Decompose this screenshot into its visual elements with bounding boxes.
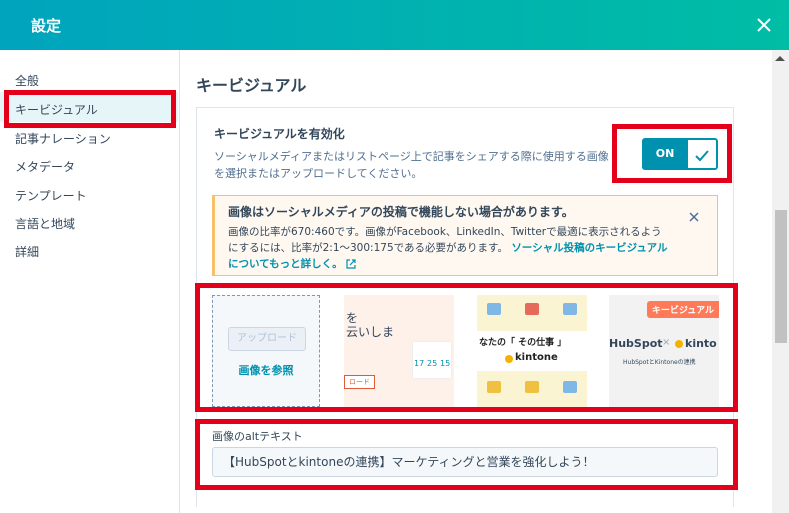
thumb1-cta: ロード (344, 375, 375, 389)
thumbnail-image-2[interactable]: なたの「 その仕事 」 kintone (477, 295, 587, 407)
thumb3-logo-left: HubSpot (609, 337, 663, 350)
sidebar-item-key-visual[interactable]: キービジュアル (15, 101, 98, 118)
thumb2-logo: kintone (515, 352, 558, 363)
thumb2-icon-tile (525, 303, 539, 315)
toggle-knob (688, 138, 718, 170)
sidebar-item-narration[interactable]: 記事ナレーション (15, 130, 111, 147)
alert-close-icon[interactable] (688, 211, 700, 223)
checkmark-icon (695, 150, 709, 162)
browse-images-link[interactable]: 画像を参照 (212, 362, 320, 378)
sidebar-item-metadata[interactable]: メタデータ (15, 158, 75, 175)
toggle-description: ソーシャルメディアまたはリストページ上で記事をシェアする際に使用する画像を選択ま… (214, 150, 609, 180)
upload-dropzone[interactable] (212, 295, 320, 407)
sidebar-item-general[interactable]: 全般 (15, 72, 39, 89)
thumb3-logo-right: kinto (685, 337, 717, 350)
thumb2-text: なたの「 その仕事 」 (479, 338, 567, 348)
close-icon[interactable] (753, 14, 775, 36)
thumb3-badge: キービジュアル (646, 301, 719, 318)
thumbnail-image-3[interactable]: キービジュアル HubSpot × kinto HubSpotとKintoneの… (609, 295, 719, 407)
scrollbar-thumb[interactable] (775, 210, 787, 343)
sidebar-item-template[interactable]: テンプレート (15, 187, 87, 204)
modal-title: 設定 (31, 17, 62, 35)
thumb1-date-3: 15 (440, 359, 451, 368)
thumbnail-image-1[interactable]: を 云いしま 17 25 15 ロード (344, 295, 454, 407)
thumb1-line2: 云いしま (346, 325, 395, 339)
thumb2-logo-dot (505, 355, 513, 363)
thumb2-icon-tile (563, 303, 577, 315)
alt-text-input[interactable]: 【HubSpotとkintoneの連携】マーケティングと営業を強化しよう！ (212, 447, 718, 477)
thumb3-times: × (662, 337, 671, 348)
sidebar-item-advanced[interactable]: 詳細 (15, 243, 39, 260)
alert-body: 画像の比率が670:460です。画像がFacebook、LinkedIn、Twi… (228, 224, 668, 272)
thumb1-date-1: 17 (414, 359, 425, 368)
alert-title: 画像はソーシャルメディアの投稿で機能しない場合があります。 (228, 205, 574, 219)
thumb2-icon-tile (563, 381, 577, 393)
thumb3-caption: HubSpotとKintoneの連携 (623, 359, 696, 366)
key-visual-toggle[interactable]: ON (642, 138, 718, 170)
thumb1-date-2: 25 (427, 359, 438, 368)
alt-text-label: 画像のaltテキスト (212, 430, 303, 443)
upload-button[interactable]: アップロード (228, 327, 306, 351)
section-title: キービジュアル (196, 76, 307, 95)
toggle-label: キービジュアルを有効化 (214, 127, 345, 141)
thumb2-icon-tile (487, 381, 501, 393)
settings-sidebar (0, 50, 180, 513)
toggle-state-label: ON (642, 138, 688, 170)
scroll-up-arrow-icon[interactable] (775, 56, 785, 61)
thumb2-icon-tile (525, 381, 539, 393)
external-link-icon[interactable] (346, 259, 356, 269)
modal-header: 設定 (0, 0, 789, 50)
thumb3-logo-dot (675, 340, 683, 348)
thumb2-icon-tile (487, 303, 501, 315)
sidebar-item-language-region[interactable]: 言語と地域 (15, 215, 75, 232)
